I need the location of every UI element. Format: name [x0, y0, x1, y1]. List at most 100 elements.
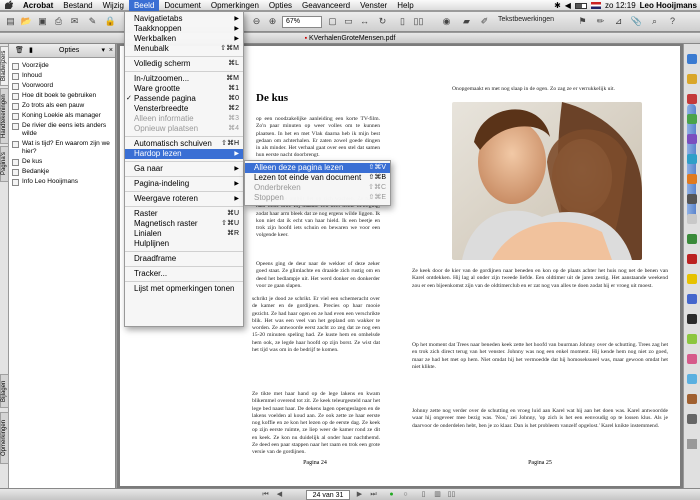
app-icon[interactable] [687, 274, 697, 284]
menu-opties[interactable]: Opties [264, 0, 297, 11]
menu-item-magnetisch-raster[interactable]: Magnetisch raster ⇧⌘U [125, 219, 243, 229]
menu-item-onderbreken[interactable]: Onderbreken ⇧⌘C [245, 183, 390, 193]
zoom-out-icon[interactable]: ⊖ [250, 15, 263, 28]
menu-item-menubalk[interactable]: Menubalk ⇧⌘M [125, 44, 243, 54]
attach-icon[interactable]: 📎 [630, 15, 643, 28]
menu-item-raster[interactable]: Raster ⌘U [125, 209, 243, 219]
last-page-icon[interactable]: ⏭ [368, 490, 379, 500]
bookmark-item[interactable]: De kus [9, 157, 115, 167]
bookmark-item[interactable]: De rivier die eens iets anders wilde [9, 121, 115, 139]
bookmark-item[interactable]: Hoe dit boek te gebruiken [9, 91, 115, 101]
app-icon[interactable] [687, 114, 697, 124]
print-icon[interactable]: ⎙ [52, 15, 65, 28]
bookmark-new-icon[interactable]: ▮ [29, 44, 33, 58]
two-page-icon[interactable]: ▯▯ [412, 15, 425, 28]
bookmark-item[interactable]: Zo trots als een pauw [9, 101, 115, 111]
tab-opmerkingen[interactable]: Opmerkingen [0, 412, 9, 464]
menu-item-passende-pagina[interactable]: ✓ Passende pagina ⌘0 [125, 94, 243, 104]
menu-item-vensterbreedte[interactable]: Vensterbreedte ⌘2 [125, 104, 243, 114]
stamp-icon[interactable]: ⚑ [576, 15, 589, 28]
app-icon[interactable] [687, 414, 697, 424]
app-icon[interactable] [687, 214, 697, 224]
menu-acrobat[interactable]: Acrobat [18, 0, 58, 11]
chevron-down-icon[interactable]: ▾ [101, 44, 105, 58]
bookmark-item[interactable]: Voorzijde [9, 61, 115, 71]
menu-venster[interactable]: Venster [355, 0, 392, 11]
pencil-icon[interactable]: ✏ [594, 15, 607, 28]
snapshot-icon[interactable]: ◉ [440, 15, 453, 28]
options-button[interactable]: Opties [59, 47, 79, 54]
menu-item-opnieuw-plaatsen[interactable]: Opnieuw plaatsen ⌘4 [125, 124, 243, 134]
menu-item-werkbalken[interactable]: Werkbalken ▶ [125, 34, 243, 44]
app-icon[interactable] [687, 354, 697, 364]
app-icon[interactable] [687, 94, 697, 104]
first-page-icon[interactable]: ⏮ [260, 490, 271, 500]
menu-item-lezen-tot-einde-van-document[interactable]: Lezen tot einde van document ⇧⌘B [245, 173, 390, 183]
fit-page-icon[interactable]: ▭ [342, 15, 355, 28]
tab-handtekeningen[interactable]: Handtekeningen [0, 88, 9, 144]
zoom-in-icon[interactable]: ⊕ [266, 15, 279, 28]
bookmark-delete-icon[interactable]: 🗑 [15, 44, 24, 58]
finder-icon[interactable] [687, 54, 697, 64]
single-page-icon[interactable]: ▯ [396, 15, 409, 28]
app-icon[interactable] [687, 374, 697, 384]
app-icon[interactable] [687, 134, 697, 144]
app-icon[interactable] [687, 74, 697, 84]
app-icon[interactable] [687, 314, 697, 324]
app-icon[interactable] [687, 174, 697, 184]
app-icon[interactable] [687, 334, 697, 344]
menu-bestand[interactable]: Bestand [58, 0, 97, 11]
menu-item-navigatietabs[interactable]: Navigatietabs ▶ [125, 14, 243, 24]
menu-item-automatisch-schuiven[interactable]: Automatisch schuiven ⇧⌘H [125, 139, 243, 149]
zoom-field[interactable]: 67% [282, 16, 322, 28]
menu-item-pagina-indeling[interactable]: Pagina-indeling ▶ [125, 179, 243, 189]
trash-icon[interactable] [687, 439, 697, 449]
menu-document[interactable]: Document [159, 0, 205, 11]
actual-size-icon[interactable]: ▢ [326, 15, 339, 28]
app-icon[interactable] [687, 294, 697, 304]
bookmark-item[interactable]: Bedankje [9, 167, 115, 177]
next-page-icon[interactable]: ▶ [354, 490, 365, 500]
open-icon[interactable]: 📂 [20, 15, 33, 28]
continuous-layout-icon[interactable]: ▥ [432, 490, 443, 500]
highlight-icon[interactable]: ✐ [478, 15, 491, 28]
tab-paginas[interactable]: Pagina's [0, 146, 9, 182]
measure-icon[interactable]: ⊿ [612, 15, 625, 28]
menu-item-weergave-roteren[interactable]: Weergave roteren ▶ [125, 194, 243, 204]
save-icon[interactable]: ▣ [36, 15, 49, 28]
user-name[interactable]: Leo Hooijmans [640, 1, 697, 10]
menu-item-alleen-informatie[interactable]: Alleen informatie ⌘3 [125, 114, 243, 124]
search-icon[interactable]: ⌕ [648, 15, 661, 28]
menu-item-lijst-met-opmerkingen-tonen[interactable]: Lijst met opmerkingen tonen [125, 284, 243, 294]
menu-item-taakknoppen[interactable]: Taakknoppen ▶ [125, 24, 243, 34]
menu-item-hardop-lezen[interactable]: Hardop lezen ▶ [125, 149, 243, 159]
menu-help[interactable]: Help [392, 0, 418, 11]
menu-item-ware-grootte[interactable]: Ware grootte ⌘1 [125, 84, 243, 94]
comment-icon[interactable]: ▰ [460, 15, 473, 28]
create-pdf-icon[interactable]: ▤ [4, 15, 17, 28]
previous-page-icon[interactable]: ◀ [274, 490, 285, 500]
app-icon[interactable] [687, 254, 697, 264]
menu-item-stoppen[interactable]: Stoppen ⇧⌘E [245, 193, 390, 203]
text-edits-button[interactable]: Tekstbewerkingen [498, 16, 554, 23]
menu-item-alleen-deze-pagina-lezen[interactable]: Alleen deze pagina lezen ⇧⌘V [245, 163, 390, 173]
page-number-field[interactable]: 24 van 31 [306, 490, 350, 500]
facing-layout-icon[interactable]: ▯▯ [446, 490, 457, 500]
bookmark-item[interactable]: Koning Loekie als manager [9, 111, 115, 121]
app-icon[interactable] [687, 154, 697, 164]
menu-item-tracker[interactable]: Tracker... [125, 269, 243, 279]
back-view-icon[interactable]: ● [386, 490, 397, 500]
bookmark-item[interactable]: Inhoud [9, 71, 115, 81]
bookmark-item[interactable]: Voorwoord [9, 81, 115, 91]
menu-item-hulplijnen[interactable]: Hulplijnen [125, 239, 243, 249]
menu-wijzig[interactable]: Wijzig [98, 0, 129, 11]
lock-icon[interactable]: 🔒 [104, 15, 117, 28]
single-page-layout-icon[interactable]: ▯ [418, 490, 429, 500]
menu-opmerkingen[interactable]: Opmerkingen [206, 0, 264, 11]
menu-item-ga-naar[interactable]: Ga naar ▶ [125, 164, 243, 174]
clock[interactable]: zo 12:19 [605, 1, 636, 10]
tab-bijlagen[interactable]: Bijlagen [0, 374, 9, 408]
email-icon[interactable]: ✉ [68, 15, 81, 28]
flag-icon[interactable] [590, 2, 601, 9]
app-icon[interactable] [687, 194, 697, 204]
